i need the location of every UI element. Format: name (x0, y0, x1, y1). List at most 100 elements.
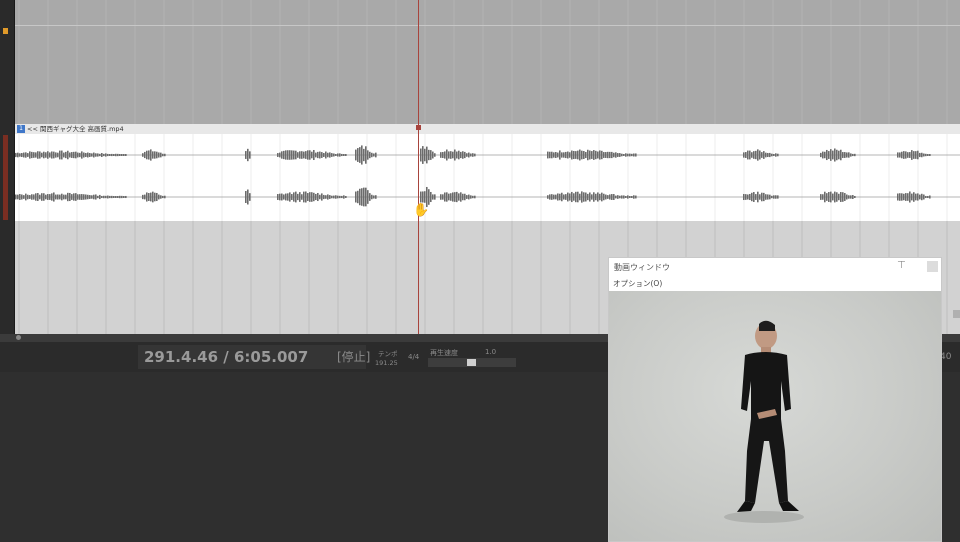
waveform-sample (158, 194, 160, 200)
waveform-sample (119, 195, 121, 199)
upper-track-area[interactable] (15, 0, 960, 124)
waveform-sample (599, 150, 601, 160)
waveform-sample (458, 150, 460, 160)
waveform-sample (357, 148, 359, 162)
waveform-sample (69, 192, 71, 202)
waveform-sample (555, 152, 557, 158)
track-marker[interactable] (3, 28, 8, 34)
waveform-sample (631, 153, 633, 157)
menu-option[interactable]: オプション(O) (613, 278, 662, 289)
waveform-sample (472, 153, 474, 157)
waveform-sample (468, 152, 470, 158)
scroll-handle-icon[interactable] (16, 335, 21, 340)
waveform-sample (842, 152, 844, 158)
waveform-sample (836, 149, 838, 161)
waveform-sample (65, 151, 67, 159)
waveform-sample (154, 151, 156, 159)
playhead-handle[interactable] (416, 125, 421, 130)
position-readout: 291.4.46 / 6:05.007 (144, 348, 309, 366)
waveform-sample (247, 148, 249, 162)
waveform-sample (103, 195, 105, 199)
slider-thumb[interactable] (467, 359, 476, 366)
waveform-sample (89, 195, 91, 199)
waveform-sample (329, 195, 331, 199)
waveform-sample (107, 195, 109, 199)
waveform-sample (95, 153, 97, 157)
waveform-sample (832, 150, 834, 160)
waveform-sample (249, 151, 251, 159)
waveform-sample (309, 150, 311, 160)
waveform-sample (446, 149, 448, 161)
playhead[interactable] (418, 0, 419, 334)
waveform-sample (565, 151, 567, 159)
waveform-sample (331, 195, 333, 199)
waveform-sample (585, 192, 587, 202)
pin-icon[interactable]: ⊤ (897, 260, 906, 271)
waveform-sample (591, 151, 593, 159)
waveform-sample (432, 194, 434, 200)
waveform-sample (601, 150, 603, 160)
waveform-sample (743, 193, 745, 201)
waveform-sample (355, 191, 357, 203)
waveform-sample (440, 194, 442, 200)
waveform-sample (850, 195, 852, 199)
waveform-sample (613, 194, 615, 200)
waveform-sample (547, 151, 549, 159)
tempo-value[interactable]: 191.25 (375, 359, 398, 367)
clip-number-badge: 1 (17, 125, 25, 133)
waveform-sample (551, 151, 553, 159)
waveform-sample (470, 153, 472, 157)
waveform-sample (573, 193, 575, 201)
waveform-sample (87, 194, 89, 200)
waveform-sample (39, 151, 41, 159)
waveform-sample (101, 195, 103, 199)
waveform-sample (343, 195, 345, 199)
waveform-sample (929, 195, 931, 199)
waveform-sample (93, 152, 95, 158)
waveform-sample (285, 193, 287, 201)
waveform-sample (371, 194, 373, 200)
person-figure (724, 320, 804, 523)
waveform-sample (319, 194, 321, 200)
waveform-sample (53, 151, 55, 159)
waveform-sample (631, 196, 633, 198)
waveform-sample (111, 195, 113, 199)
video-window[interactable]: 動画ウィンドウ ⊤ オプション(O) (608, 257, 942, 542)
waveform-sample (164, 153, 166, 157)
upper-track-guide (15, 25, 960, 26)
waveform-sample (293, 192, 295, 202)
waveform-sample (101, 153, 103, 157)
waveform-sample (47, 194, 49, 200)
waveform-sample (911, 193, 913, 201)
waveform-sample (597, 151, 599, 159)
waveform-sample (840, 192, 842, 202)
clip-header[interactable]: 1 << 関西ギャグ大全 高画質.mp4 (15, 124, 960, 134)
waveform-sample (373, 195, 375, 199)
waveform-sample (15, 152, 17, 158)
waveform (15, 134, 960, 221)
waveform-sample (609, 151, 611, 159)
waveform-sample (579, 149, 581, 161)
waveform-sample (434, 194, 436, 200)
waveform-sample (559, 193, 561, 201)
waveform-sample (93, 194, 95, 200)
waveform-sample (325, 151, 327, 159)
waveform-sample (844, 193, 846, 201)
waveform-sample (458, 193, 460, 201)
audio-clip[interactable]: 1 << 関西ギャグ大全 高画質.mp4 (15, 124, 960, 222)
waveform-sample (761, 192, 763, 202)
close-button[interactable] (927, 261, 938, 272)
waveform-sample (430, 150, 432, 160)
waveform-sample (51, 193, 53, 201)
waveform-sample (551, 194, 553, 200)
time-signature[interactable]: 4/4 (408, 353, 419, 361)
waveform-sample (31, 194, 33, 200)
waveform-sample (579, 193, 581, 201)
waveform-sample (448, 151, 450, 159)
waveform-sample (150, 192, 152, 202)
waveform-sample (111, 153, 113, 157)
waveform-sample (335, 154, 337, 156)
edge-scroll-button[interactable] (953, 310, 960, 318)
waveform-sample (329, 152, 331, 158)
waveform-sample (426, 146, 428, 164)
